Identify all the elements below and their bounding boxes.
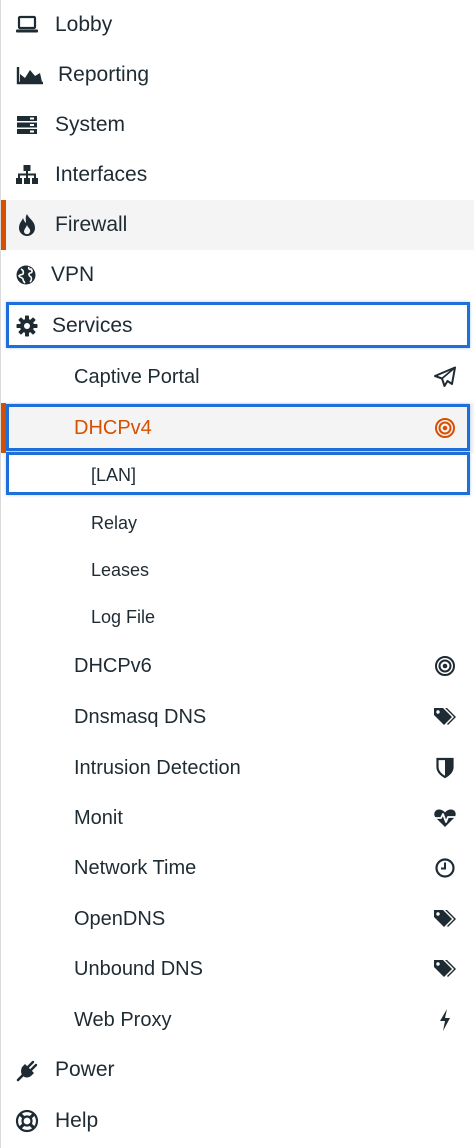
menu-item-label: Firewall <box>55 213 128 236</box>
menu-item-label: Reporting <box>58 63 150 86</box>
submenu-item-log-file[interactable]: Log File <box>1 594 474 641</box>
gear-icon <box>14 313 40 339</box>
submenu-item-label: Web Proxy <box>74 1008 172 1031</box>
bolt-icon <box>432 1007 458 1033</box>
bullseye-icon <box>432 415 458 441</box>
menu-item-label: Power <box>55 1058 115 1081</box>
menu-item-label: VPN <box>51 263 95 286</box>
submenu-item-label: Unbound DNS <box>74 957 203 980</box>
menu-item-vpn[interactable]: VPN <box>1 250 474 300</box>
area-chart-icon <box>16 62 44 88</box>
lifebuoy-icon <box>14 1108 40 1134</box>
submenu-item-label: Captive Portal <box>74 365 200 388</box>
menu-item-services[interactable]: Services <box>1 301 474 351</box>
menu-item-lobby[interactable]: Lobby <box>1 0 474 50</box>
laptop-icon <box>14 12 40 38</box>
menu-item-label: Lobby <box>55 13 113 36</box>
menu-item-help[interactable]: Help <box>1 1096 474 1146</box>
fire-icon <box>14 212 40 238</box>
menu-item-firewall[interactable]: Firewall <box>1 200 474 250</box>
submenu-item-label: DHCPv6 <box>74 654 152 677</box>
menu-item-label: Interfaces <box>55 163 148 186</box>
menu-item-system[interactable]: System <box>1 100 474 150</box>
bullseye-icon <box>432 653 458 679</box>
submenu-item-label: Relay <box>91 513 138 533</box>
active-indicator <box>1 403 6 453</box>
submenu-item-label: Monit <box>74 806 123 829</box>
sidebar-menu: Lobby Reporting System Interfaces Firewa… <box>0 0 474 1148</box>
sitemap-icon <box>14 162 40 188</box>
shield-icon <box>432 755 458 781</box>
submenu-item-intrusion-detection[interactable]: Intrusion Detection <box>1 743 474 793</box>
heartbeat-icon <box>432 805 458 831</box>
active-indicator <box>1 200 6 250</box>
submenu-item-label: Network Time <box>74 856 197 879</box>
submenu-item-relay[interactable]: Relay <box>1 500 474 547</box>
submenu-item-label: Dnsmasq DNS <box>74 705 207 728</box>
clock-icon <box>432 855 458 881</box>
menu-item-interfaces[interactable]: Interfaces <box>1 150 474 200</box>
submenu-item-label: DHCPv4 <box>74 416 152 439</box>
tags-icon <box>432 956 458 982</box>
submenu-item-dhcpv4[interactable]: DHCPv4 <box>1 403 474 453</box>
submenu-item-lan[interactable]: [LAN] <box>1 452 474 499</box>
menu-item-reporting[interactable]: Reporting <box>1 50 474 100</box>
menu-item-label: Services <box>52 314 133 337</box>
submenu-item-dhcpv6[interactable]: DHCPv6 <box>1 641 474 691</box>
menu-item-power[interactable]: Power <box>1 1045 474 1095</box>
submenu-item-label: OpenDNS <box>74 907 166 930</box>
submenu-item-label: Leases <box>91 560 150 580</box>
tags-icon <box>432 906 458 932</box>
menu-item-label: Help <box>55 1109 99 1132</box>
globe-icon <box>13 262 39 288</box>
submenu-item-label: [LAN] <box>91 465 137 485</box>
submenu-item-label: Intrusion Detection <box>74 756 241 779</box>
server-icon <box>14 112 40 138</box>
submenu-item-web-proxy[interactable]: Web Proxy <box>1 995 474 1045</box>
submenu-item-captive-portal[interactable]: Captive Portal <box>1 352 474 402</box>
plug-icon <box>15 1057 41 1083</box>
submenu-item-unbound-dns[interactable]: Unbound DNS <box>1 944 474 994</box>
submenu-item-leases[interactable]: Leases <box>1 547 474 594</box>
submenu-item-monit[interactable]: Monit <box>1 793 474 843</box>
submenu-item-dnsmasq-dns[interactable]: Dnsmasq DNS <box>1 692 474 742</box>
paper-plane-icon <box>432 364 458 390</box>
tags-icon <box>432 704 458 730</box>
submenu-item-label: Log File <box>91 607 156 627</box>
submenu-item-opendns[interactable]: OpenDNS <box>1 894 474 944</box>
submenu-item-network-time[interactable]: Network Time <box>1 843 474 893</box>
menu-item-label: System <box>55 113 126 136</box>
